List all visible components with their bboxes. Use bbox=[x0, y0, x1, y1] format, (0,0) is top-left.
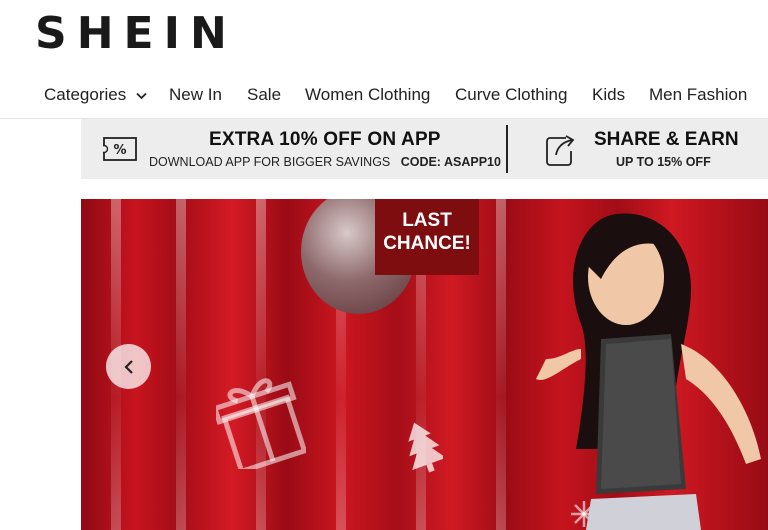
nav-kids[interactable]: Kids bbox=[592, 78, 625, 112]
share-icon bbox=[546, 135, 575, 166]
chevron-down-icon bbox=[136, 92, 147, 99]
curtain-shine bbox=[496, 199, 506, 530]
promo-sub-text: DOWNLOAD APP FOR BIGGER SAVINGS bbox=[149, 155, 391, 169]
nav-men-fashion[interactable]: Men Fashion bbox=[649, 78, 747, 112]
shein-logo[interactable]: SHEIN bbox=[35, 12, 237, 56]
percent-ticket-icon: % bbox=[103, 137, 137, 161]
hero-banner[interactable]: LAST CHANCE! bbox=[81, 199, 768, 530]
nav-sale[interactable]: Sale bbox=[247, 78, 281, 112]
chevron-left-icon bbox=[123, 359, 133, 374]
app-promo-strip[interactable]: % EXTRA 10% OFF ON APP DOWNLOAD APP FOR … bbox=[81, 119, 768, 179]
svg-text:%: % bbox=[113, 143, 126, 158]
promo-headline: EXTRA 10% OFF ON APP bbox=[209, 129, 441, 150]
nav-curve-clothing[interactable]: Curve Clothing bbox=[455, 78, 567, 112]
main-nav: Categories New In Sale Women Clothing Cu… bbox=[0, 78, 768, 112]
nav-new-in[interactable]: New In bbox=[169, 78, 222, 112]
curtain-shine bbox=[256, 199, 266, 530]
share-earn-title: SHARE & EARN bbox=[594, 129, 739, 150]
christmas-tree-icon bbox=[408, 422, 443, 473]
nav-categories[interactable]: Categories bbox=[44, 78, 147, 112]
last-chance-tag: LAST CHANCE! bbox=[375, 199, 479, 275]
banner-prev-button[interactable] bbox=[106, 344, 151, 389]
gift-icon bbox=[216, 378, 306, 469]
tag-line-2: CHANCE! bbox=[383, 233, 471, 254]
model-photo bbox=[536, 213, 761, 530]
nav-women-clothing[interactable]: Women Clothing bbox=[305, 78, 430, 112]
tag-line-1: LAST bbox=[402, 210, 452, 231]
nav-label: Categories bbox=[44, 85, 127, 104]
promo-separator bbox=[506, 125, 508, 173]
promo-sub: DOWNLOAD APP FOR BIGGER SAVINGS CODE: AS… bbox=[149, 155, 501, 169]
promo-code: CODE: ASAPP10 bbox=[400, 155, 501, 169]
share-earn-sub: UP TO 15% OFF bbox=[616, 155, 711, 169]
curtain-shine bbox=[176, 199, 186, 530]
